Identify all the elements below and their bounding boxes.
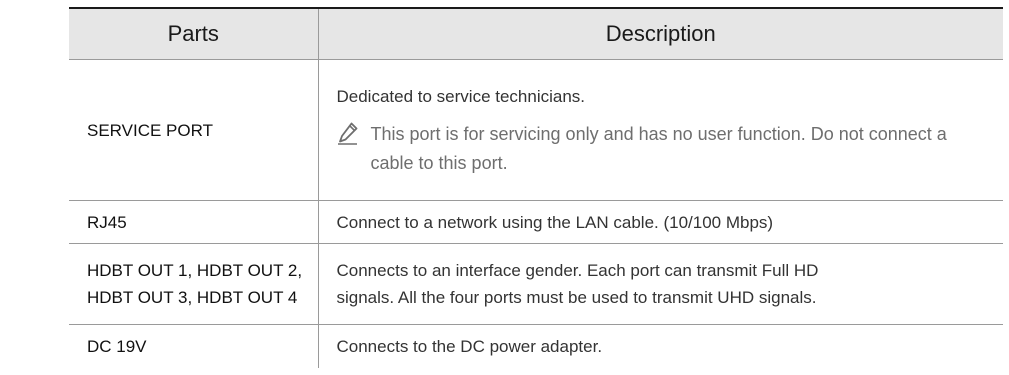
table-row: HDBT OUT 1, HDBT OUT 2, HDBT OUT 3, HDBT… xyxy=(69,243,1003,325)
part-cell: DC 19V xyxy=(69,324,319,368)
header-description: Description xyxy=(318,7,1003,60)
part-cell: RJ45 xyxy=(69,200,319,244)
part-cell: HDBT OUT 1, HDBT OUT 2, HDBT OUT 3, HDBT… xyxy=(69,243,319,325)
ports-table: Parts Description SERVICE PORT Dedicated… xyxy=(69,7,1003,368)
description-text: Connects to the DC power adapter. xyxy=(336,337,603,356)
part-name: HDBT OUT 3, HDBT OUT 4 xyxy=(87,288,298,307)
description-text: Connects to an interface gender. Each po… xyxy=(336,261,819,280)
description-cell: Connects to an interface gender. Each po… xyxy=(318,243,1003,325)
part-name: HDBT OUT 1, HDBT OUT 2, xyxy=(87,261,303,280)
table-row: DC 19V Connects to the DC power adapter. xyxy=(69,324,1003,369)
description-text: Connect to a network using the LAN cable… xyxy=(336,212,774,232)
note-text: This port is for servicing only and has … xyxy=(370,123,947,173)
note: This port is for servicing only and has … xyxy=(337,120,990,178)
description-cell: Connects to the DC power adapter. xyxy=(318,325,1003,369)
part-name: DC 19V xyxy=(87,337,147,356)
part-cell: SERVICE PORT xyxy=(69,59,319,201)
table-row: RJ45 Connect to a network using the LAN … xyxy=(69,200,1003,244)
pencil-note-icon xyxy=(337,122,357,145)
part-name: SERVICE PORT xyxy=(87,120,213,140)
description-cell: Dedicated to service technicians. This p… xyxy=(318,59,1003,201)
description-cell: Connect to a network using the LAN cable… xyxy=(318,200,1003,244)
table-header-row: Parts Description xyxy=(69,7,1003,60)
description-text: signals. All the four ports must be used… xyxy=(336,288,817,307)
header-parts: Parts xyxy=(69,7,319,60)
description-text: Dedicated to service technicians. xyxy=(336,86,586,106)
table-row: SERVICE PORT Dedicated to service techni… xyxy=(69,59,1003,201)
part-name: RJ45 xyxy=(87,212,127,232)
